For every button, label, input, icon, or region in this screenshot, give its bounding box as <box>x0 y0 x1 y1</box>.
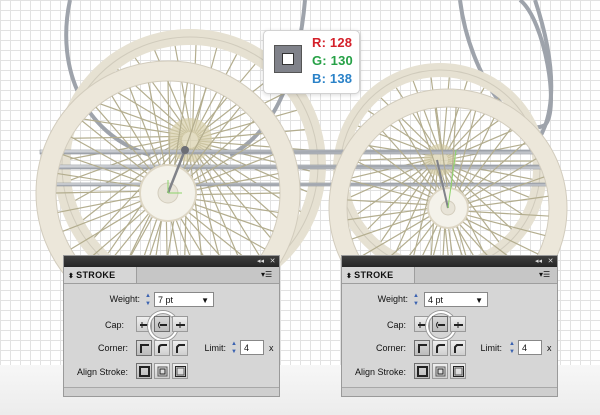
spoke <box>79 117 184 136</box>
round-cap-button[interactable] <box>432 316 448 332</box>
blue-value: B: 138 <box>312 71 353 86</box>
panel-bottom-edge <box>64 387 279 396</box>
tab-stroke[interactable]: ⬍ STROKE <box>342 267 415 283</box>
align-center-button[interactable] <box>414 363 430 379</box>
limit-label: Limit: <box>204 343 226 353</box>
panel-titlebar[interactable]: ◂◂ ✕ <box>64 256 279 267</box>
color-swatch <box>274 45 302 73</box>
align-outside-button[interactable] <box>450 363 466 379</box>
limit-label: Limit: <box>480 343 502 353</box>
color-readout-callout: R: 128 G: 130 B: 138 <box>263 30 360 94</box>
weight-stepper[interactable]: ▲ ▼ <box>144 292 152 308</box>
collapse-icon[interactable]: ◂◂ <box>256 257 265 266</box>
align-inside-button[interactable] <box>432 363 448 379</box>
round-cap-button[interactable] <box>154 316 170 332</box>
align-stroke-label: Align Stroke: <box>354 367 406 377</box>
miter-join-button[interactable] <box>136 340 152 356</box>
panel-tab-row: ⬍ STROKE ▾☰ <box>342 267 557 284</box>
red-value: R: 128 <box>312 35 353 50</box>
panel-titlebar[interactable]: ◂◂ ✕ <box>342 256 557 267</box>
projecting-cap-button[interactable] <box>172 316 188 332</box>
panel-bottom-edge <box>342 387 557 396</box>
limit-stepper[interactable]: ▲ ▼ <box>230 340 238 356</box>
round-join-button[interactable] <box>432 340 448 356</box>
weight-dropdown[interactable]: 7 pt ▼ <box>154 292 214 307</box>
cap-label: Cap: <box>104 320 124 330</box>
corner-label: Corner: <box>97 343 128 353</box>
panel-tab-row: ⬍ STROKE ▾☰ <box>64 267 279 284</box>
chevron-down-icon: ▼ <box>475 296 483 305</box>
weight-dropdown[interactable]: 4 pt ▼ <box>424 292 488 307</box>
align-inside-button[interactable] <box>154 363 170 379</box>
limit-unit: x <box>547 343 552 353</box>
round-join-button[interactable] <box>154 340 170 356</box>
limit-input[interactable]: 4 <box>240 340 264 355</box>
close-icon[interactable]: ✕ <box>268 257 277 266</box>
spoke <box>357 161 433 215</box>
limit-input[interactable]: 4 <box>518 340 542 355</box>
green-value: G: 130 <box>312 53 353 68</box>
stroke-panel-left: ◂◂ ✕ ⬍ STROKE ▾☰ Weight: ▲ ▼ 7 pt ▼ Cap: Co… <box>63 255 280 397</box>
weight-stepper[interactable]: ▲ ▼ <box>412 292 420 308</box>
spoke <box>73 135 183 139</box>
corner-label: Corner: <box>375 343 406 353</box>
align-outside-button[interactable] <box>172 363 188 379</box>
bevel-join-button[interactable] <box>450 340 466 356</box>
close-icon[interactable]: ✕ <box>546 257 555 266</box>
tab-stroke[interactable]: ⬍ STROKE <box>64 267 137 283</box>
panel-menu-icon[interactable]: ▾☰ <box>261 269 275 281</box>
limit-stepper[interactable]: ▲ ▼ <box>508 340 516 356</box>
bevel-join-button[interactable] <box>172 340 188 356</box>
cap-label: Cap: <box>386 320 406 330</box>
tab-toggle-icon: ⬍ <box>346 273 353 280</box>
panel-menu-icon[interactable]: ▾☰ <box>539 269 553 281</box>
weight-label: Weight: <box>109 294 140 304</box>
weight-label: Weight: <box>377 294 408 304</box>
align-center-button[interactable] <box>136 363 152 379</box>
collapse-icon[interactable]: ◂◂ <box>534 257 543 266</box>
swatch-center <box>282 53 294 65</box>
align-stroke-label: Align Stroke: <box>76 367 128 377</box>
miter-join-button[interactable] <box>414 340 430 356</box>
tab-toggle-icon: ⬍ <box>68 273 75 280</box>
chevron-down-icon: ▼ <box>201 296 209 305</box>
stroke-panel-right: ◂◂ ✕ ⬍ STROKE ▾☰ Weight: ▲ ▼ 4 pt ▼ Cap: Co… <box>341 255 558 397</box>
limit-unit: x <box>269 343 274 353</box>
projecting-cap-button[interactable] <box>450 316 466 332</box>
